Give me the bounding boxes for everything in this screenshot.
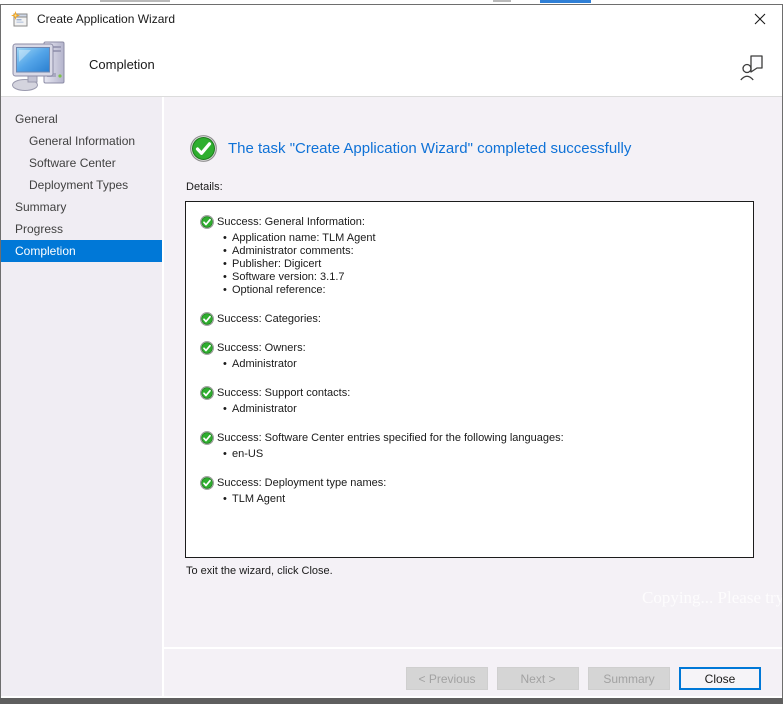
create-application-wizard-dialog: Create Application Wizard bbox=[0, 4, 783, 698]
entry-bullet-item: •Application name: TLM Agent bbox=[223, 232, 743, 245]
wizard-steps-sidebar: GeneralGeneral InformationSoftware Cente… bbox=[1, 97, 164, 696]
bullet-icon: • bbox=[223, 245, 232, 258]
result-entry: Success: General Information: •Applicatio… bbox=[200, 216, 743, 297]
previous-button: < Previous bbox=[406, 667, 488, 690]
sidebar-item-completion[interactable]: Completion bbox=[1, 240, 162, 262]
completion-page: The task "Create Application Wizard" com… bbox=[164, 97, 782, 696]
success-check-icon bbox=[200, 386, 214, 400]
background-bottom-strip bbox=[0, 698, 783, 704]
screen: Create Application Wizard bbox=[0, 0, 783, 704]
entry-bullet-item: •Administrator bbox=[223, 403, 743, 416]
bullet-icon: • bbox=[223, 258, 232, 271]
success-check-icon bbox=[200, 341, 214, 355]
entry-title: Success: Software Center entries specifi… bbox=[217, 432, 564, 445]
entry-title: Success: Categories: bbox=[217, 313, 321, 326]
bullet-icon: • bbox=[223, 493, 232, 506]
sidebar-item-summary[interactable]: Summary bbox=[1, 196, 162, 218]
bullet-icon: • bbox=[223, 232, 232, 245]
close-button[interactable]: Close bbox=[679, 667, 761, 690]
computer-icon bbox=[11, 40, 69, 92]
result-entry: Success: Support contacts: •Administrator bbox=[200, 387, 743, 416]
entry-bullet-item: •Publisher: Digicert bbox=[223, 258, 743, 271]
background-text-fragment bbox=[100, 0, 170, 2]
wizard-body: GeneralGeneral InformationSoftware Cente… bbox=[1, 97, 782, 696]
sidebar-item-progress[interactable]: Progress bbox=[1, 218, 162, 240]
sidebar-item-general-information[interactable]: General Information bbox=[1, 130, 162, 152]
bullet-icon: • bbox=[223, 271, 232, 284]
feedback-person-icon[interactable] bbox=[740, 53, 764, 83]
wizard-header: Completion bbox=[1, 33, 782, 97]
success-check-icon bbox=[200, 215, 214, 229]
sidebar-item-deployment-types[interactable]: Deployment Types bbox=[1, 174, 162, 196]
window-title: Create Application Wizard bbox=[37, 12, 175, 26]
success-check-icon bbox=[190, 135, 217, 162]
result-entry: Success: Deployment type names: •TLM Agen… bbox=[200, 477, 743, 506]
result-entry: Success: Software Center entries specifi… bbox=[200, 432, 743, 461]
wizard-window-icon bbox=[11, 11, 28, 28]
entry-bullet-item: •Administrator comments: bbox=[223, 245, 743, 258]
entry-title: Success: Deployment type names: bbox=[217, 477, 386, 490]
status-row: The task "Create Application Wizard" com… bbox=[190, 135, 631, 162]
entry-bullet-item: •Optional reference: bbox=[223, 284, 743, 297]
success-check-icon bbox=[200, 312, 214, 326]
entry-title: Success: Support contacts: bbox=[217, 387, 350, 400]
titlebar: Create Application Wizard bbox=[1, 5, 782, 33]
details-box: Success: General Information: •Applicatio… bbox=[185, 201, 754, 558]
result-entry: Success: Owners: •Administrator bbox=[200, 342, 743, 371]
footer-buttons: < Previous Next > Summary Close bbox=[406, 667, 761, 690]
next-button: Next > bbox=[497, 667, 579, 690]
exit-hint: To exit the wizard, click Close. bbox=[186, 565, 333, 577]
background-highlight-bar bbox=[540, 0, 591, 3]
details-label: Details: bbox=[186, 181, 223, 193]
status-heading: The task "Create Application Wizard" com… bbox=[228, 140, 631, 157]
success-check-icon bbox=[200, 476, 214, 490]
entry-title: Success: Owners: bbox=[217, 342, 306, 355]
bullet-icon: • bbox=[223, 358, 232, 371]
bullet-icon: • bbox=[223, 284, 232, 297]
sidebar-item-general[interactable]: General bbox=[1, 108, 162, 130]
sidebar-item-software-center[interactable]: Software Center bbox=[1, 152, 162, 174]
entry-bullet-item: •Software version: 3.1.7 bbox=[223, 271, 743, 284]
entry-title: Success: General Information: bbox=[217, 216, 365, 229]
background-text-fragment bbox=[493, 0, 511, 2]
summary-button: Summary bbox=[588, 667, 670, 690]
result-entry: Success: Categories: bbox=[200, 313, 743, 326]
bullet-icon: • bbox=[223, 448, 232, 461]
close-icon[interactable] bbox=[749, 9, 771, 29]
entry-bullet-item: •TLM Agent bbox=[223, 493, 743, 506]
entry-bullet-item: •en-US bbox=[223, 448, 743, 461]
bullet-icon: • bbox=[223, 403, 232, 416]
watermark-text: Copying... Please try bbox=[642, 588, 782, 608]
page-title: Completion bbox=[89, 57, 155, 72]
success-check-icon bbox=[200, 431, 214, 445]
footer-separator bbox=[164, 647, 782, 649]
entry-bullet-item: •Administrator bbox=[223, 358, 743, 371]
